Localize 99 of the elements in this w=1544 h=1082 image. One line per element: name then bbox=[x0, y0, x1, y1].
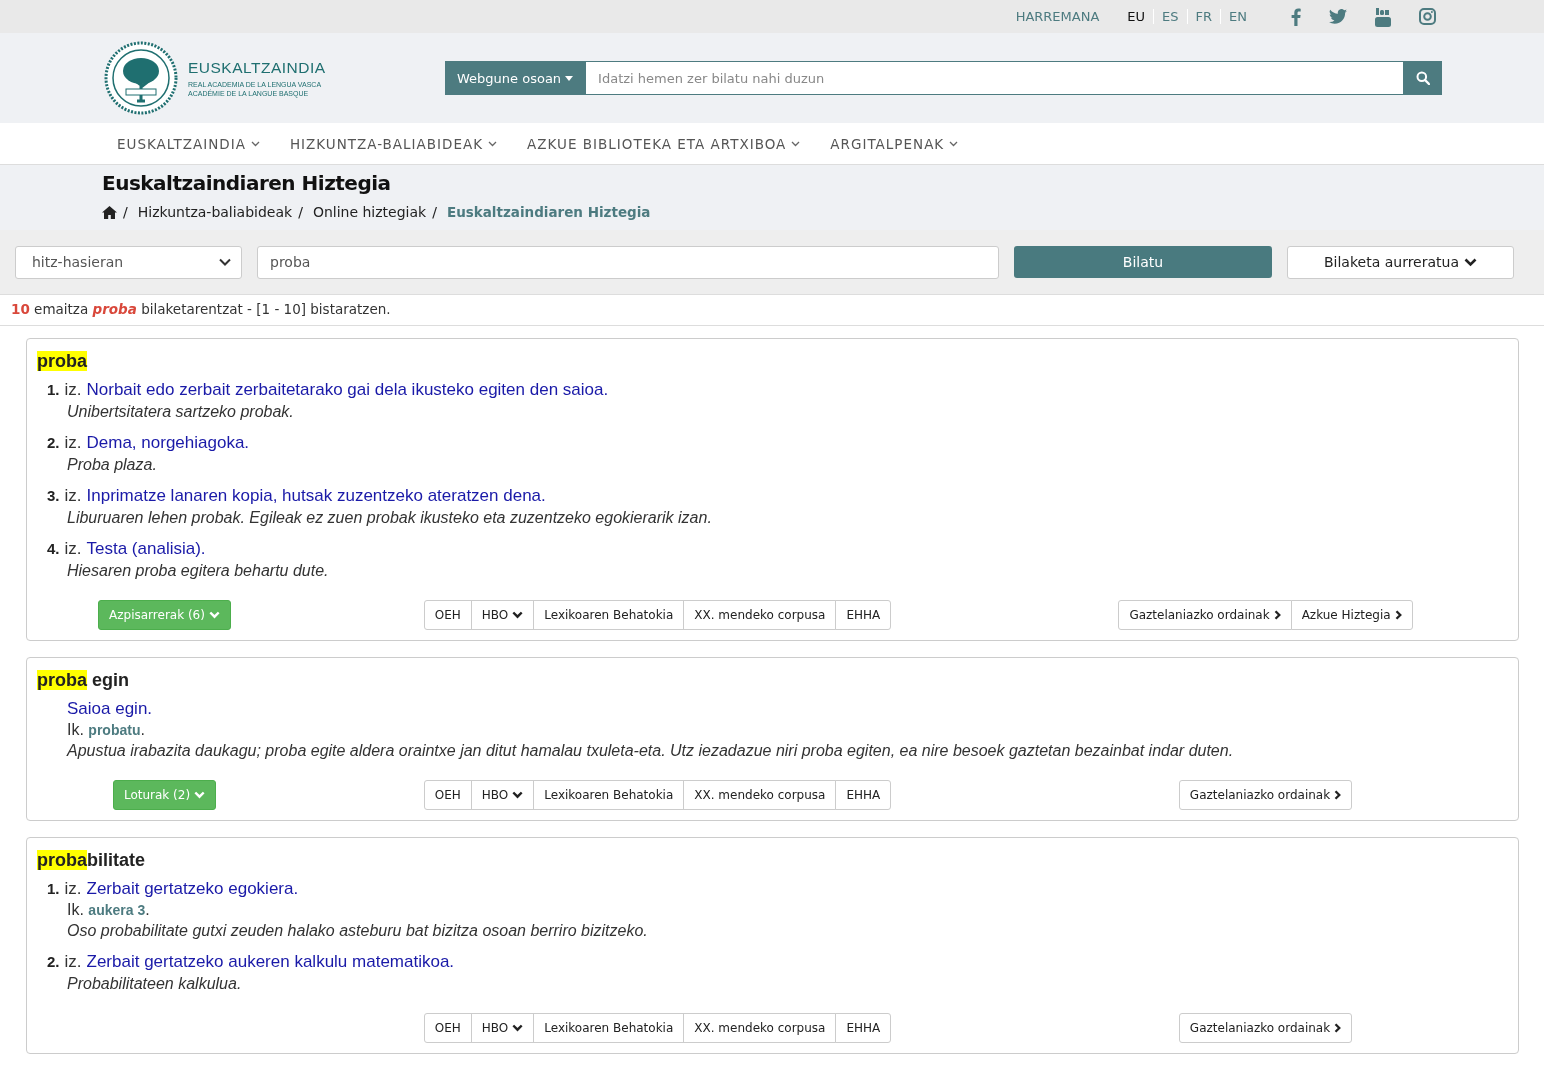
chevron-down-icon bbox=[1464, 257, 1477, 267]
instagram-icon[interactable] bbox=[1419, 8, 1436, 25]
chevron-down-icon bbox=[791, 140, 801, 147]
page-title: Euskaltzaindiaren Hiztegia bbox=[102, 171, 392, 195]
chevron-right-icon bbox=[1334, 1023, 1342, 1033]
advanced-search-button[interactable]: Bilaketa aurreratua bbox=[1287, 245, 1514, 279]
nav-menu-item[interactable]: AZKUE BIBLIOTEKA ETA ARTXIBOA bbox=[527, 135, 801, 152]
example: Liburuaren lehen probak. Egileak ez zuen probak ikusteko eta zuzentzeko egokierarik izan. bbox=[67, 509, 713, 527]
sense-number: 1. bbox=[47, 381, 60, 398]
chevron-right-icon bbox=[1273, 610, 1281, 620]
caret-icon bbox=[565, 75, 574, 81]
sense-number: 2. bbox=[47, 953, 60, 970]
nav-menu-item[interactable]: EUSKALTZAINDIA bbox=[117, 135, 260, 152]
resource-button[interactable]: EHHA bbox=[835, 600, 892, 630]
resource-button[interactable]: OEH bbox=[423, 780, 472, 810]
sense-number: 1. bbox=[47, 880, 60, 897]
chevron-down-icon bbox=[512, 1024, 524, 1032]
contact-link[interactable]: HARREMANA bbox=[1015, 9, 1100, 24]
external-link-button[interactable]: Gaztelaniazko ordainak bbox=[1118, 600, 1292, 630]
part-of-speech: iz. bbox=[64, 486, 82, 506]
definition: Zerbait gertatzeko egokiera. bbox=[86, 879, 299, 899]
language-link[interactable]: EN bbox=[1220, 9, 1255, 24]
submit-button[interactable]: Bilatu bbox=[1014, 246, 1272, 278]
language-link[interactable]: EU bbox=[1119, 9, 1154, 24]
logo-name: EUSKALTZAINDIA bbox=[188, 58, 326, 77]
part-of-speech: iz. bbox=[64, 879, 82, 899]
search-button[interactable] bbox=[1404, 61, 1442, 95]
headword: proba egin bbox=[37, 670, 131, 691]
chevron-down-icon bbox=[488, 140, 498, 147]
language-link[interactable]: ES bbox=[1153, 9, 1187, 24]
definition: Norbait edo zerbait zerbaitetarako gai dela ikusteko egiten den saioa. bbox=[86, 380, 609, 400]
see-also: Ik. probatu. bbox=[67, 721, 146, 739]
chevron-down-icon bbox=[949, 140, 959, 147]
search-mode-select[interactable]: hitz-hasieran bbox=[15, 245, 242, 279]
see-also-link[interactable]: probatu bbox=[88, 722, 141, 738]
part-of-speech: iz. bbox=[64, 952, 82, 972]
nav-menu-item[interactable]: ARGITALPENAK bbox=[830, 135, 959, 152]
chevron-right-icon bbox=[1394, 610, 1402, 620]
chevron-down-icon bbox=[512, 791, 524, 799]
part-of-speech: iz. bbox=[64, 539, 82, 559]
definition: Testa (analisia). bbox=[86, 539, 206, 559]
breadcrumb-link[interactable]: Hizkuntza-baliabideak bbox=[137, 204, 293, 220]
resource-button[interactable]: XX. mendeko corpusa bbox=[683, 600, 837, 630]
see-also: Ik. aukera 3. bbox=[67, 901, 151, 919]
language-link[interactable]: FR bbox=[1186, 9, 1221, 24]
definition: Zerbait gertatzeko aukeren kalkulu matematikoa. bbox=[86, 952, 455, 972]
resource-button[interactable]: HBO bbox=[470, 780, 535, 810]
headword: probabilitate bbox=[37, 850, 147, 871]
external-link-button[interactable]: Gaztelaniazko ordainak bbox=[1178, 1013, 1353, 1043]
example: Proba plaza. bbox=[67, 456, 158, 474]
chevron-down-icon bbox=[250, 140, 260, 147]
results-summary: 10 emaitza proba bilaketarentzat - [1 - 10] bistaratzen. bbox=[0, 295, 1544, 326]
example: Unibertsitatera sartzeko probak. bbox=[67, 403, 295, 421]
breadcrumb-separator: / bbox=[432, 204, 437, 220]
chevron-down-icon bbox=[208, 611, 220, 619]
definition: Dema, norgehiagoka. bbox=[86, 433, 250, 453]
chevron-down-icon bbox=[194, 791, 206, 799]
external-link-button[interactable]: Azkue Hiztegia bbox=[1290, 600, 1413, 630]
resource-button[interactable]: HBO bbox=[470, 1013, 535, 1043]
headword: proba bbox=[37, 351, 89, 372]
query-field[interactable]: proba bbox=[257, 245, 999, 279]
chevron-down-icon bbox=[219, 258, 231, 266]
twitter-icon[interactable] bbox=[1329, 9, 1347, 24]
part-of-speech: iz. bbox=[64, 433, 82, 453]
resource-button[interactable]: Lexikoaren Behatokia bbox=[533, 600, 685, 630]
example: Probabilitateen kalkulua. bbox=[67, 975, 243, 993]
breadcrumb-link[interactable]: Online hiztegiak bbox=[312, 204, 427, 220]
resource-button[interactable]: OEH bbox=[423, 600, 472, 630]
resource-button[interactable]: EHHA bbox=[835, 1013, 892, 1043]
breadcrumb-separator: / bbox=[123, 204, 128, 220]
see-also-link[interactable]: aukera 3 bbox=[88, 902, 146, 918]
resource-button[interactable]: OEH bbox=[423, 1013, 472, 1043]
example: Hiesaren proba egitera behartu dute. bbox=[67, 562, 330, 580]
resource-button[interactable]: XX. mendeko corpusa bbox=[683, 1013, 837, 1043]
definition: Saioa egin. bbox=[66, 699, 153, 719]
youtube-icon[interactable] bbox=[1375, 6, 1391, 27]
facebook-icon[interactable] bbox=[1291, 7, 1301, 26]
site-search-field[interactable]: Idatzi hemen zer bilatu nahi duzun bbox=[585, 61, 1404, 95]
resource-button[interactable]: Lexikoaren Behatokia bbox=[533, 1013, 685, 1043]
example: Oso probabilitate gutxi zeuden halako asteburu bat bizitza osoan berriro bizitzeko. bbox=[67, 922, 649, 940]
sense-number: 4. bbox=[47, 540, 60, 557]
sense-number: 3. bbox=[47, 487, 60, 504]
resource-button[interactable]: EHHA bbox=[835, 780, 892, 810]
resource-button[interactable]: XX. mendeko corpusa bbox=[683, 780, 837, 810]
nav-menu-item[interactable]: HIZKUNTZA-BALIABIDEAK bbox=[289, 135, 498, 152]
chevron-right-icon bbox=[1334, 790, 1342, 800]
resource-button[interactable]: Lexikoaren Behatokia bbox=[533, 780, 685, 810]
external-link-button[interactable]: Gaztelaniazko ordainak bbox=[1178, 780, 1353, 810]
definition: Inprimatze lanaren kopia, hutsak zuzentzeko ateratzen dena. bbox=[86, 486, 546, 506]
part-of-speech: iz. bbox=[64, 380, 82, 400]
search-icon bbox=[1416, 71, 1430, 85]
breadcrumb-current: Euskaltzaindiaren Hiztegia bbox=[446, 204, 651, 220]
example: Apustua irabazita daukagu; proba egite aldera oraintxe jan ditut hamalau txuleta-eta. Utz iezadazue niri proba egiten, ea nire besoek gaztetan bezainbat indar duten. bbox=[67, 742, 1235, 760]
resource-button[interactable]: HBO bbox=[470, 600, 535, 630]
home-icon[interactable] bbox=[102, 205, 117, 219]
scope-dropdown[interactable]: Webgune osoan bbox=[445, 61, 586, 95]
breadcrumb-separator: / bbox=[298, 204, 303, 220]
sense-number: 2. bbox=[47, 434, 60, 451]
chevron-down-icon bbox=[512, 611, 524, 619]
